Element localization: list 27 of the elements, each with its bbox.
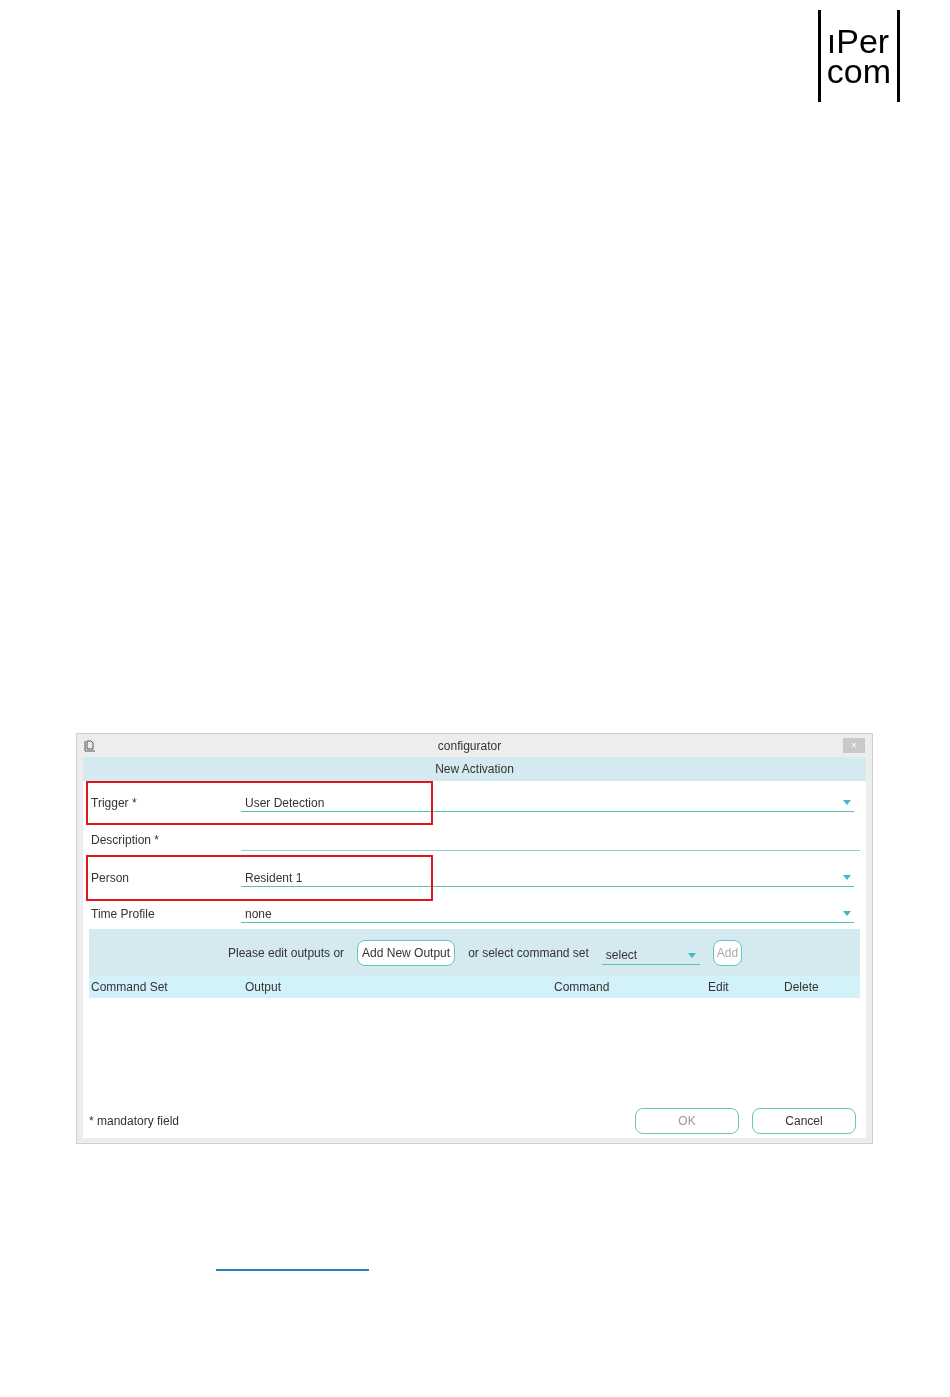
column-header: Delete xyxy=(783,979,820,996)
outputs-prompt: Please edit outputs or xyxy=(228,944,345,962)
logo-text: ıPer xyxy=(826,26,891,56)
command-set-dropdown[interactable]: select xyxy=(601,946,700,965)
dialog-heading: New Activation xyxy=(83,757,866,781)
dropdown-field[interactable]: Resident 1 xyxy=(241,869,854,887)
field-label: Time Profile xyxy=(91,906,156,923)
window-title: configurator xyxy=(436,737,503,755)
field-label: Person xyxy=(91,870,131,887)
dialog-button[interactable]: Cancel xyxy=(752,1108,856,1134)
dropdown-field[interactable]: none xyxy=(241,905,854,923)
app-icon xyxy=(84,739,96,752)
dropdown-field[interactable]: User Detection xyxy=(241,794,854,812)
column-header: Edit xyxy=(707,979,730,996)
select-prompt: or select command set xyxy=(468,944,589,962)
add-new-output-button[interactable]: Add New Output xyxy=(357,939,456,966)
dropdown-caret-icon xyxy=(687,952,696,958)
mandatory-note: * mandatory field xyxy=(89,1113,181,1130)
dropdown-caret-icon xyxy=(843,875,851,880)
column-header: Output xyxy=(244,979,283,996)
dropdown-caret-icon xyxy=(843,911,851,916)
column-header: Command xyxy=(553,979,611,996)
dropdown-caret-icon xyxy=(843,800,851,805)
column-header: Command Set xyxy=(90,979,169,996)
field-label: Description * xyxy=(91,832,161,849)
logo-text: com xyxy=(826,56,891,86)
field-label: Trigger * xyxy=(91,795,138,812)
